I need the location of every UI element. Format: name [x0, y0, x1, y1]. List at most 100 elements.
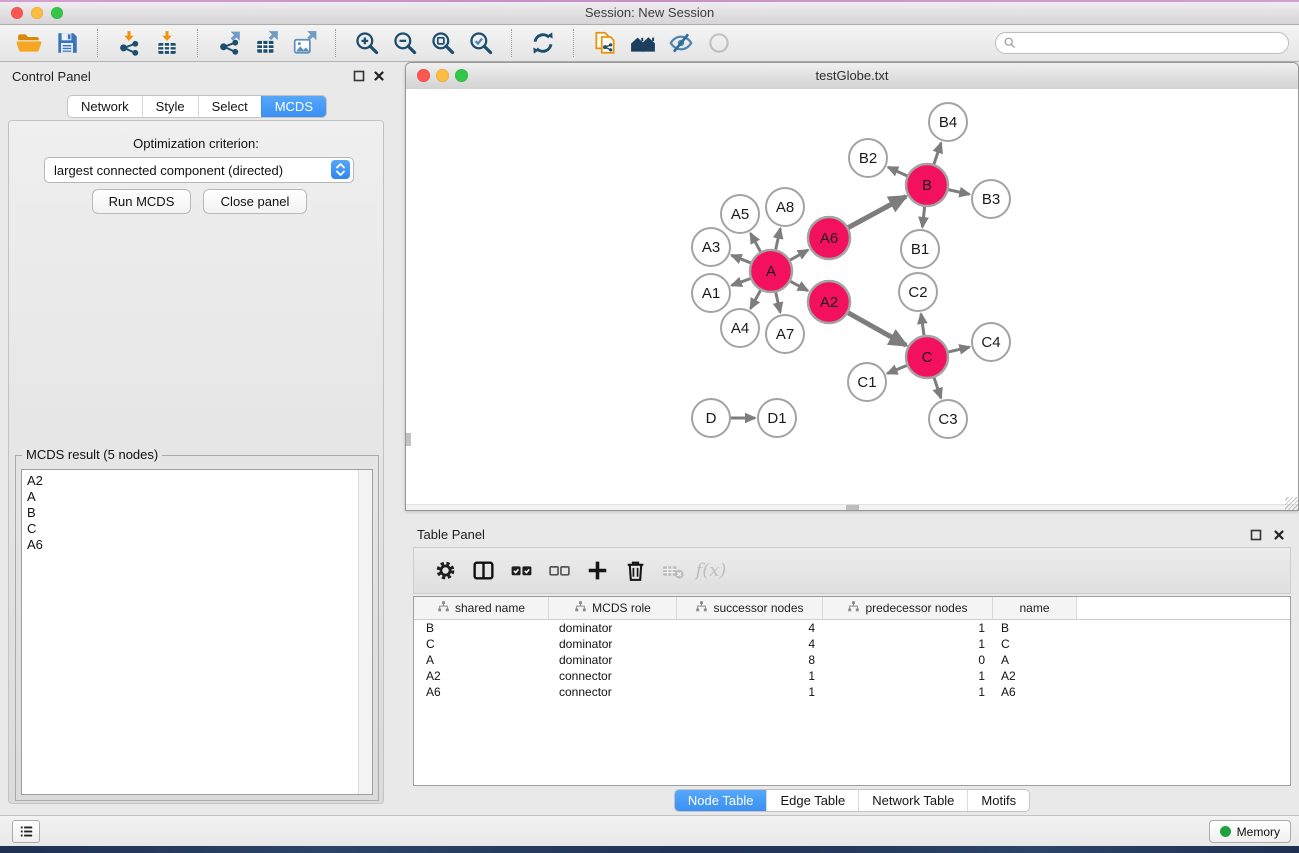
zoom-in-button[interactable] — [351, 28, 383, 58]
close-panel-button[interactable]: Close panel — [203, 189, 307, 214]
result-list-item[interactable]: B — [22, 505, 372, 521]
zoom-fit-button[interactable] — [427, 28, 459, 58]
import-network-button[interactable] — [113, 28, 145, 58]
edge-C-C3[interactable] — [934, 377, 941, 398]
table-row[interactable]: Bdominator41B — [414, 620, 1290, 636]
table-cell[interactable]: 0 — [823, 653, 993, 667]
column-header-predecessor-nodes[interactable]: predecessor nodes — [823, 597, 993, 619]
delete-column-button[interactable] — [620, 556, 650, 586]
table-cell[interactable]: dominator — [549, 637, 677, 651]
table-cell[interactable]: 1 — [823, 685, 993, 699]
hide-details-button[interactable] — [665, 28, 697, 58]
edge-A-A1[interactable] — [732, 278, 752, 285]
table-cell[interactable]: A2 — [414, 669, 549, 683]
add-column-button[interactable] — [582, 556, 612, 586]
table-cell[interactable]: A6 — [993, 685, 1077, 699]
duplicate-network-button[interactable] — [589, 28, 621, 58]
table-cell[interactable]: 4 — [677, 637, 823, 651]
destroy-table-button[interactable] — [658, 556, 688, 586]
edge-A-A5[interactable] — [751, 233, 761, 252]
table-cell[interactable]: A — [414, 653, 549, 667]
horizontal-scroll-thumb[interactable] — [846, 505, 859, 510]
node-D[interactable]: D — [692, 399, 730, 437]
column-header-successor-nodes[interactable]: successor nodes — [677, 597, 823, 619]
column-header-name[interactable]: name — [993, 597, 1077, 619]
node-B3[interactable]: B3 — [972, 180, 1010, 218]
node-A2[interactable]: A2 — [808, 281, 850, 323]
edge-B-B2[interactable] — [888, 167, 908, 176]
node-B1[interactable]: B1 — [901, 230, 939, 268]
table-cell[interactable]: C — [414, 637, 549, 651]
table-row[interactable]: Adominator80A — [414, 652, 1290, 668]
minimize-window-button[interactable] — [31, 7, 43, 19]
node-A4[interactable]: A4 — [721, 309, 759, 347]
table-cell[interactable]: C — [993, 637, 1077, 651]
result-list-item[interactable]: A2 — [22, 473, 372, 489]
node-B4[interactable]: B4 — [929, 103, 967, 141]
import-table-button[interactable] — [151, 28, 183, 58]
vertical-scroll-thumb[interactable] — [406, 433, 411, 446]
node-A6[interactable]: A6 — [808, 217, 850, 259]
export-network-button[interactable] — [213, 28, 245, 58]
window-resize-grip[interactable] — [1285, 497, 1298, 510]
edge-C-C4[interactable] — [947, 347, 969, 352]
edge-A6-B[interactable] — [847, 196, 905, 228]
node-A3[interactable]: A3 — [692, 228, 730, 266]
node-B2[interactable]: B2 — [849, 139, 887, 177]
result-list-item[interactable]: C — [22, 521, 372, 537]
result-list-scrollbar[interactable] — [358, 470, 372, 794]
tab-mcds[interactable]: MCDS — [261, 96, 326, 117]
zoom-selected-button[interactable] — [465, 28, 497, 58]
edge-C-C1[interactable] — [887, 365, 907, 373]
table-row[interactable]: Cdominator41C — [414, 636, 1290, 652]
home-button[interactable] — [627, 28, 659, 58]
node-B[interactable]: B — [906, 164, 948, 206]
tab-motifs[interactable]: Motifs — [967, 790, 1029, 811]
tab-edge-table[interactable]: Edge Table — [766, 790, 858, 811]
function-builder-button[interactable]: f(x) — [696, 556, 726, 586]
table-cell[interactable]: 1 — [677, 685, 823, 699]
close-window-button[interactable] — [11, 7, 23, 19]
edge-B-B1[interactable] — [922, 206, 924, 227]
optimization-criterion-dropdown[interactable]: largest connected component (directed) — [44, 157, 354, 183]
table-cell[interactable]: 1 — [823, 621, 993, 635]
deselect-all-button[interactable] — [544, 556, 574, 586]
zoom-window-button[interactable] — [51, 7, 63, 19]
export-image-button[interactable] — [289, 28, 321, 58]
network-canvas[interactable]: B4B2BB3A8A5A6A3B1AA1C2A2A4A7C4CC1C3DD1 — [406, 89, 1298, 510]
table-settings-button[interactable] — [430, 556, 460, 586]
edge-A-A3[interactable] — [731, 255, 751, 263]
node-C4[interactable]: C4 — [972, 323, 1010, 361]
table-cell[interactable]: 1 — [823, 669, 993, 683]
memory-button[interactable]: Memory — [1209, 820, 1291, 843]
table-cell[interactable]: 1 — [823, 637, 993, 651]
network-close-button[interactable] — [417, 69, 430, 82]
edge-A-A6[interactable] — [789, 250, 808, 261]
table-cell[interactable]: B — [414, 621, 549, 635]
save-session-button[interactable] — [51, 28, 83, 58]
table-row[interactable]: A2connector11A2 — [414, 668, 1290, 684]
select-all-button[interactable] — [506, 556, 536, 586]
open-file-button[interactable] — [13, 28, 45, 58]
table-cell[interactable]: A6 — [414, 685, 549, 699]
export-table-button[interactable] — [251, 28, 283, 58]
control-panel-float-button[interactable] — [353, 70, 365, 82]
node-C3[interactable]: C3 — [929, 400, 967, 438]
network-graph[interactable]: B4B2BB3A8A5A6A3B1AA1C2A2A4A7C4CC1C3DD1 — [406, 89, 1298, 505]
node-D1[interactable]: D1 — [758, 399, 796, 437]
column-header-shared-name[interactable]: shared name — [414, 597, 549, 619]
search-input[interactable] — [1017, 33, 1281, 53]
edge-A-A4[interactable] — [751, 289, 761, 308]
table-cell[interactable]: 4 — [677, 621, 823, 635]
table-cell[interactable]: connector — [549, 669, 677, 683]
edge-A-A7[interactable] — [776, 291, 781, 312]
control-panel-close-button[interactable] — [373, 70, 385, 82]
node-A5[interactable]: A5 — [721, 195, 759, 233]
node-A8[interactable]: A8 — [766, 188, 804, 226]
search-field[interactable] — [995, 32, 1289, 54]
edge-B-B4[interactable] — [934, 143, 941, 165]
table-cell[interactable]: connector — [549, 685, 677, 699]
edge-C-C2[interactable] — [921, 314, 924, 336]
split-panel-button[interactable] — [468, 556, 498, 586]
task-history-button[interactable] — [12, 820, 40, 843]
